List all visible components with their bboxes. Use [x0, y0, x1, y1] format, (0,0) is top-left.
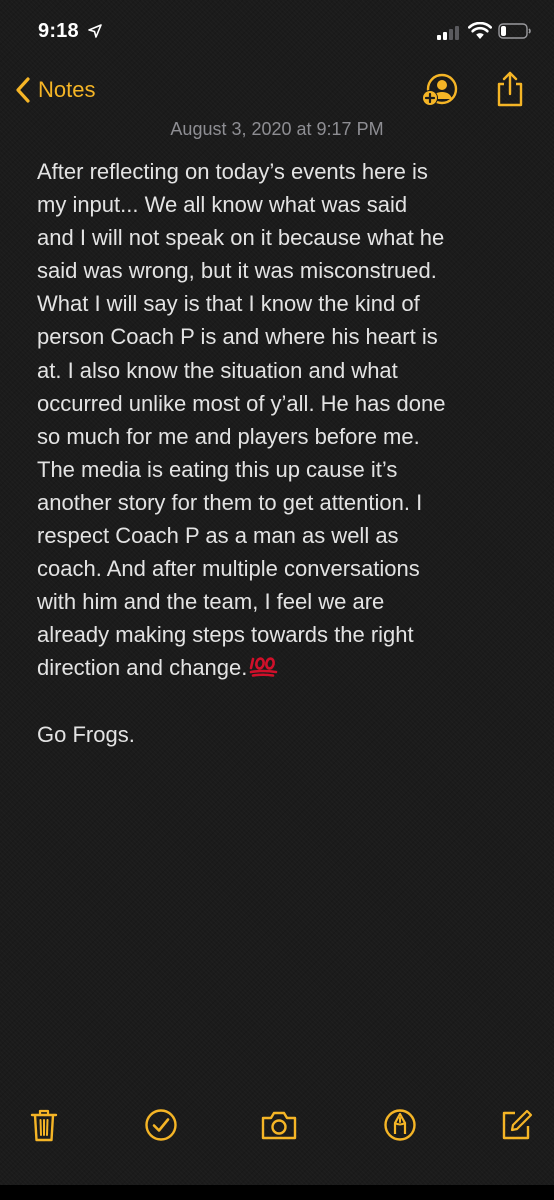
- note-line-last: direction and change.: [37, 651, 537, 684]
- note-line: person Coach P is and where his heart is: [37, 324, 438, 350]
- note-timestamp: August 3, 2020 at 9:17 PM: [170, 119, 384, 139]
- note-body[interactable]: After reflecting on today’s events here …: [37, 155, 537, 751]
- note-line: with him and the team, I feel we are: [37, 589, 385, 615]
- checklist-icon: [145, 1109, 177, 1141]
- note-line: occurred unlike most of y’all. He has do…: [37, 390, 446, 416]
- camera-icon: [261, 1111, 297, 1140]
- note-line-text: direction and change.: [37, 655, 248, 681]
- chevron-left-icon: [16, 77, 30, 103]
- note-line: and I will not speak on it because what …: [37, 225, 445, 251]
- note-line: After reflecting on today’s events here …: [37, 159, 428, 184]
- checklist-button[interactable]: [139, 1100, 183, 1150]
- note-line: What I will say is that I know the kind …: [37, 291, 420, 317]
- wifi-icon: [468, 22, 492, 39]
- status-bar: 9:18: [0, 0, 554, 64]
- note-line: coach. And after multiple conversations: [37, 556, 420, 582]
- add-person-icon: [422, 73, 458, 106]
- note-line: another story for them to get attention.…: [37, 489, 423, 515]
- back-button-label: Notes: [38, 77, 96, 102]
- bottom-toolbar: [0, 1100, 554, 1150]
- status-time: 9:18: [38, 20, 79, 42]
- navigation-bar: Notes: [0, 64, 554, 116]
- back-button[interactable]: Notes: [14, 74, 95, 106]
- camera-button[interactable]: [257, 1100, 301, 1150]
- note-line: my input... We all know what was said: [37, 192, 408, 218]
- home-indicator-area: [0, 1185, 554, 1200]
- note-line: respect Coach P as a man as well as: [37, 523, 399, 549]
- compose-icon: [502, 1109, 533, 1140]
- delete-button[interactable]: [22, 1100, 66, 1150]
- battery-icon: [498, 23, 531, 39]
- hundred-points-emoji-icon: [250, 657, 278, 678]
- note-line: at. I also know the situation and what: [37, 357, 398, 383]
- note-line: said was wrong, but it was misconstrued.: [37, 258, 437, 284]
- share-button[interactable]: [494, 70, 526, 108]
- markup-button[interactable]: [378, 1100, 422, 1150]
- markup-icon: [384, 1109, 416, 1141]
- note-closing: Go Frogs.: [37, 721, 135, 747]
- compose-button[interactable]: [494, 1100, 538, 1150]
- location-arrow-icon: [88, 24, 102, 38]
- add-people-button[interactable]: [420, 72, 460, 108]
- trash-icon: [30, 1109, 58, 1142]
- share-icon: [497, 71, 523, 107]
- note-line: already making steps towards the right: [37, 622, 414, 648]
- cellular-signal-icon: [437, 26, 459, 40]
- note-line: The media is eating this up cause it’s: [37, 456, 398, 482]
- note-line: so much for me and players before me.: [37, 423, 420, 449]
